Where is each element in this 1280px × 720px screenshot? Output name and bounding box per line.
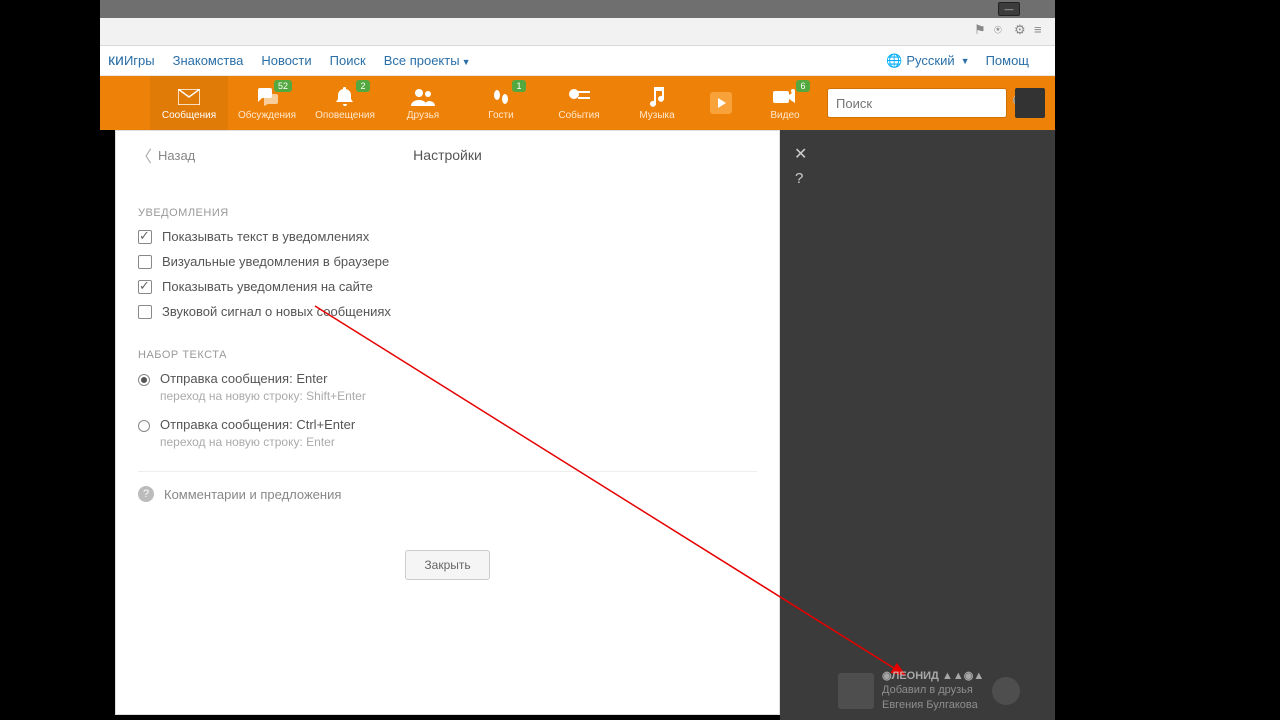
settings-panel: 〈 Назад Настройки УВЕДОМЛЕНИЯ Показывать… bbox=[115, 130, 780, 715]
nav-label: Видео bbox=[770, 110, 799, 121]
nav-label: Обсуждения bbox=[238, 110, 296, 121]
option-sublabel: переход на новую строку: Enter bbox=[160, 435, 355, 449]
overlay-backdrop: ✕ ? bbox=[780, 130, 1055, 720]
nav-messages[interactable]: Сообщения bbox=[150, 76, 228, 130]
friends-icon bbox=[411, 86, 435, 108]
nav-label: Гости bbox=[488, 110, 513, 121]
main-nav-bar: Сообщения 52 Обсуждения 2 Оповещения Дру… bbox=[100, 76, 1055, 130]
option-send-ctrl-enter[interactable]: Отправка сообщения: Ctrl+Enter переход н… bbox=[138, 417, 757, 449]
nav-link-help[interactable]: Помощ bbox=[986, 53, 1029, 68]
nav-label: События bbox=[558, 110, 599, 121]
nav-friends[interactable]: Друзья bbox=[384, 76, 462, 130]
panel-title: Настройки bbox=[413, 147, 482, 163]
option-send-enter[interactable]: Отправка сообщения: Enter переход на нов… bbox=[138, 371, 757, 403]
search-input[interactable] bbox=[836, 96, 1012, 111]
video-icon bbox=[773, 86, 797, 108]
music-icon bbox=[648, 86, 666, 108]
option-show-text[interactable]: Показывать текст в уведомлениях bbox=[138, 229, 757, 244]
feedback-link[interactable]: ? Комментарии и предложения bbox=[138, 486, 757, 502]
window-minimize-button[interactable]: — bbox=[998, 2, 1020, 16]
user-avatar[interactable] bbox=[1015, 88, 1045, 118]
option-label: Показывать уведомления на сайте bbox=[162, 279, 373, 294]
option-label: Отправка сообщения: Ctrl+Enter bbox=[160, 417, 355, 432]
feed-avatar bbox=[838, 673, 874, 709]
checkbox-icon[interactable] bbox=[138, 280, 152, 294]
radio-icon[interactable] bbox=[138, 420, 150, 432]
browser-toolbar bbox=[100, 18, 1055, 46]
nav-label: Друзья bbox=[407, 110, 439, 121]
extension-icon[interactable]: ⚙ bbox=[1014, 22, 1028, 36]
option-label: Звуковой сигнал о новых сообщениях bbox=[162, 304, 391, 319]
checkbox-icon[interactable] bbox=[138, 255, 152, 269]
back-label: Назад bbox=[158, 148, 195, 163]
nav-link-news[interactable]: Новости bbox=[261, 53, 311, 68]
nav-link-label: Все проекты bbox=[384, 53, 460, 68]
question-icon: ? bbox=[138, 486, 154, 502]
divider bbox=[138, 471, 757, 472]
activity-feed-item[interactable]: ◉ЛЕОНИД ▲▲◉▲ Добавил в друзья Евгения Бу… bbox=[838, 669, 1048, 712]
play-icon bbox=[710, 92, 732, 114]
option-site-notif[interactable]: Показывать уведомления на сайте bbox=[138, 279, 757, 294]
checkbox-icon[interactable] bbox=[138, 305, 152, 319]
badge: 1 bbox=[512, 80, 526, 92]
badge: 6 bbox=[796, 80, 810, 92]
bell-icon bbox=[336, 86, 354, 108]
section-typing-title: НАБОР ТЕКСТА bbox=[138, 349, 757, 361]
menu-icon[interactable]: ≡ bbox=[1034, 22, 1048, 36]
close-button[interactable]: Закрыть bbox=[405, 550, 489, 580]
chevron-left-icon: 〈 bbox=[136, 143, 152, 167]
nav-alerts[interactable]: 2 Оповещения bbox=[306, 76, 384, 130]
extension-icon[interactable]: ⍟ bbox=[994, 22, 1008, 36]
globe-icon: 🌐 bbox=[886, 53, 902, 69]
language-label: Русский bbox=[906, 53, 954, 68]
events-icon bbox=[568, 86, 590, 108]
close-icon[interactable]: ✕ bbox=[794, 144, 807, 164]
feed-text: ◉ЛЕОНИД ▲▲◉▲ Добавил в друзья Евгения Бу… bbox=[882, 669, 984, 712]
nav-music[interactable]: Музыка bbox=[618, 76, 696, 130]
feed-target: Евгения Булгакова bbox=[882, 698, 984, 712]
extension-icon[interactable]: ⚑ bbox=[974, 22, 988, 36]
badge: 52 bbox=[274, 80, 292, 92]
back-button[interactable]: 〈 Назад bbox=[136, 143, 195, 167]
chevron-down-icon: ▼ bbox=[961, 56, 970, 66]
nav-events[interactable]: События bbox=[540, 76, 618, 130]
option-sublabel: переход на новую строку: Shift+Enter bbox=[160, 389, 366, 403]
feedback-label: Комментарии и предложения bbox=[164, 487, 341, 502]
nav-play[interactable] bbox=[696, 76, 746, 130]
checkbox-icon[interactable] bbox=[138, 230, 152, 244]
site-top-nav: ки Игры Знакомства Новости Поиск Все про… bbox=[100, 46, 1055, 76]
radio-icon[interactable] bbox=[138, 374, 150, 386]
feed-user-name: ◉ЛЕОНИД ▲▲◉▲ bbox=[882, 669, 984, 683]
browser-titlebar bbox=[100, 0, 1055, 18]
nav-label: Сообщения bbox=[162, 110, 216, 121]
language-selector[interactable]: 🌐 Русский ▼ bbox=[886, 53, 969, 69]
nav-video[interactable]: 6 Видео bbox=[746, 76, 824, 130]
chevron-down-icon: ▼ bbox=[462, 57, 471, 67]
feed-target-avatar bbox=[992, 677, 1020, 705]
nav-link-truncated[interactable]: ки bbox=[108, 52, 124, 70]
nav-discussions[interactable]: 52 Обсуждения bbox=[228, 76, 306, 130]
badge: 2 bbox=[356, 80, 370, 92]
envelope-icon bbox=[178, 86, 200, 108]
footprints-icon bbox=[491, 86, 511, 108]
option-label: Визуальные уведомления в браузере bbox=[162, 254, 389, 269]
nav-link-all-projects[interactable]: Все проекты▼ bbox=[384, 53, 471, 68]
option-label: Показывать текст в уведомлениях bbox=[162, 229, 369, 244]
browser-extension-icons: ⚑ ⍟ ⚙ ≡ bbox=[974, 22, 1048, 36]
nav-link-games[interactable]: Игры bbox=[124, 53, 155, 68]
help-icon[interactable]: ? bbox=[795, 170, 803, 187]
option-browser-notif[interactable]: Визуальные уведомления в браузере bbox=[138, 254, 757, 269]
search-box[interactable]: 🔍 bbox=[827, 88, 1007, 118]
nav-guests[interactable]: 1 Гости bbox=[462, 76, 540, 130]
nav-link-dating[interactable]: Знакомства bbox=[173, 53, 244, 68]
nav-label: Музыка bbox=[639, 110, 674, 121]
option-sound[interactable]: Звуковой сигнал о новых сообщениях bbox=[138, 304, 757, 319]
option-label: Отправка сообщения: Enter bbox=[160, 371, 366, 386]
nav-link-search[interactable]: Поиск bbox=[330, 53, 366, 68]
nav-label: Оповещения bbox=[315, 110, 375, 121]
section-notifications-title: УВЕДОМЛЕНИЯ bbox=[138, 207, 757, 219]
feed-action: Добавил в друзья bbox=[882, 683, 984, 697]
